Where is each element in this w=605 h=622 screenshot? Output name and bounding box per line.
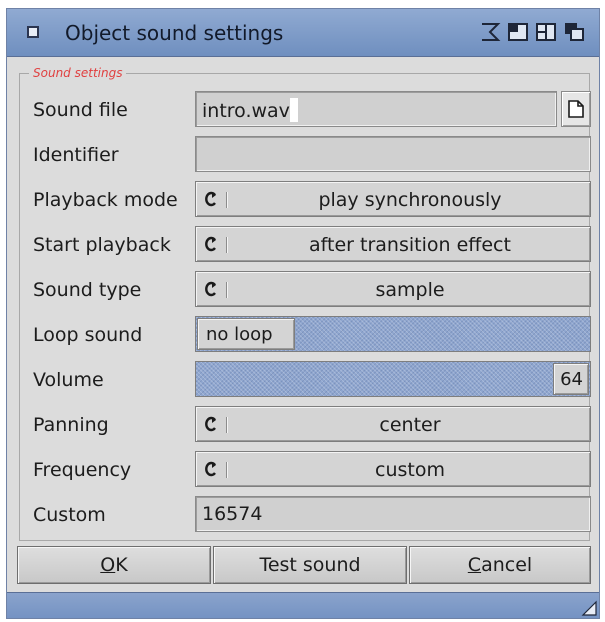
test-sound-button[interactable]: Test sound xyxy=(213,546,407,584)
row-frequency: Frequency custom xyxy=(7,451,601,489)
ok-button-hotkey: O xyxy=(100,554,116,576)
custom-frequency-field[interactable]: 16574 xyxy=(195,496,591,532)
panning-label: Panning xyxy=(33,414,109,436)
start-playback-cycle[interactable]: after transition effect xyxy=(195,226,591,262)
cycle-icon xyxy=(205,236,216,252)
title-bar-gadgets xyxy=(479,21,585,43)
loop-sound-label: Loop sound xyxy=(33,324,143,346)
row-identifier: Identifier xyxy=(7,136,601,174)
file-request-button[interactable] xyxy=(561,91,591,127)
depth-icon[interactable] xyxy=(563,21,585,43)
cycle-separator xyxy=(226,417,227,433)
frequency-label: Frequency xyxy=(33,459,132,481)
cycle-separator xyxy=(226,192,227,208)
row-sound-file: Sound file intro.wav xyxy=(7,91,601,129)
panning-value: center xyxy=(379,414,441,436)
start-playback-label: Start playback xyxy=(33,234,171,256)
cycle-icon xyxy=(205,281,216,297)
volume-label: Volume xyxy=(33,369,104,391)
start-playback-value: after transition effect xyxy=(309,234,511,256)
sound-type-label: Sound type xyxy=(33,279,142,301)
sound-type-cycle[interactable]: sample xyxy=(195,271,591,307)
sound-file-value: intro.wav xyxy=(202,100,290,122)
playback-mode-value: play synchronously xyxy=(318,189,502,211)
cycle-separator xyxy=(226,462,227,478)
volume-knob[interactable]: 64 xyxy=(553,363,589,395)
row-loop-sound: Loop sound no loop xyxy=(7,316,601,354)
sound-file-field[interactable]: intro.wav xyxy=(195,91,557,127)
file-request-icon xyxy=(568,100,584,118)
cycle-icon xyxy=(205,416,216,432)
cancel-button-label: ancel xyxy=(481,554,533,576)
identifier-label: Identifier xyxy=(33,144,119,166)
row-playback-mode: Playback mode play synchronously xyxy=(7,181,601,219)
row-volume: Volume 64 xyxy=(7,361,601,399)
close-gadget-icon[interactable] xyxy=(27,26,39,38)
identifier-field[interactable] xyxy=(195,136,591,172)
custom-label: Custom xyxy=(33,504,106,526)
playback-mode-label: Playback mode xyxy=(33,189,178,211)
text-cursor xyxy=(289,98,298,122)
row-panning: Panning center xyxy=(7,406,601,444)
sound-type-value: sample xyxy=(375,279,445,301)
sound-file-label: Sound file xyxy=(33,99,128,121)
cycle-separator xyxy=(226,282,227,298)
window-status-bar xyxy=(7,592,599,618)
row-sound-type: Sound type sample xyxy=(7,271,601,309)
ok-button-label: K xyxy=(115,554,128,576)
group-legend: Sound settings xyxy=(29,66,127,80)
sound-settings-window: Object sound settings Sound settings Sou… xyxy=(6,8,600,619)
ok-button[interactable]: OK xyxy=(17,546,211,584)
cancel-button[interactable]: Cancel xyxy=(409,546,591,584)
zoom-icon[interactable] xyxy=(507,21,529,43)
iconify-icon[interactable] xyxy=(479,21,501,43)
panning-cycle[interactable]: center xyxy=(195,406,591,442)
frequency-cycle[interactable]: custom xyxy=(195,451,591,487)
resize-grip-icon[interactable] xyxy=(581,600,597,616)
frequency-value: custom xyxy=(375,459,445,481)
loop-sound-slider[interactable]: no loop xyxy=(195,316,591,352)
row-custom: Custom 16574 xyxy=(7,496,601,534)
cancel-button-hotkey: C xyxy=(467,554,482,576)
loop-sound-knob[interactable]: no loop xyxy=(197,318,295,350)
row-start-playback: Start playback after transition effect xyxy=(7,226,601,264)
popup-icon[interactable] xyxy=(535,21,557,43)
volume-slider[interactable]: 64 xyxy=(195,361,591,397)
cycle-icon xyxy=(205,191,216,207)
cycle-separator xyxy=(226,237,227,253)
cycle-icon xyxy=(205,461,216,477)
window-title: Object sound settings xyxy=(65,21,284,45)
title-bar[interactable]: Object sound settings xyxy=(7,9,599,57)
playback-mode-cycle[interactable]: play synchronously xyxy=(195,181,591,217)
